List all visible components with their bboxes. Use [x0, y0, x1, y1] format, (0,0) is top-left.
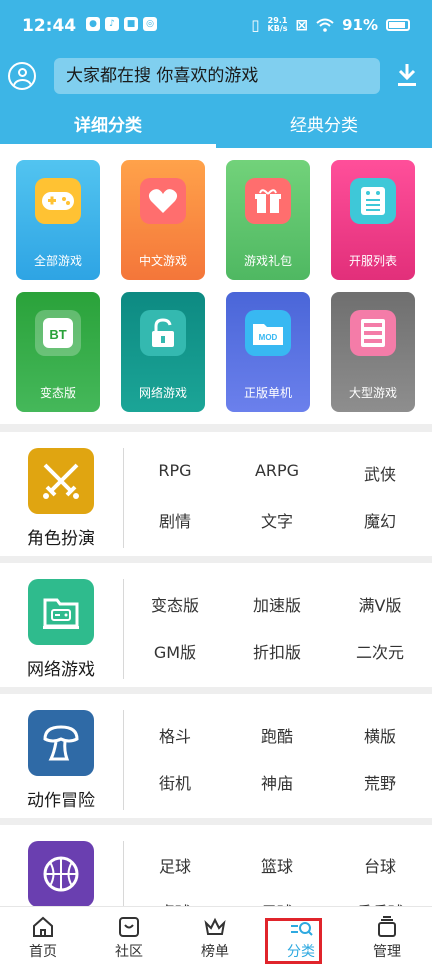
nav-ranking[interactable]: 榜单 — [172, 907, 258, 964]
header: 12:44 ● ♪ ■ ◎ ▯ 29.1 KB/s ⊠ 91% 大家都在搜 你喜… — [0, 0, 432, 148]
mod-folder-icon: MOD — [245, 310, 291, 356]
tag-side-scroll[interactable]: 横版 — [330, 723, 430, 747]
net-speed: 29.1 KB/s — [267, 16, 288, 33]
tile-large-games[interactable]: 大型游戏 — [331, 292, 415, 412]
avatar-icon[interactable] — [8, 62, 36, 90]
tag-football[interactable]: 足球 — [125, 853, 225, 877]
sim-icon: ⊠ — [295, 16, 309, 34]
mushroom-icon — [28, 710, 94, 776]
tile-all-games[interactable]: 全部游戏 — [16, 160, 100, 280]
tab-detailed[interactable]: 详细分类 — [0, 106, 216, 148]
divider — [123, 579, 124, 679]
server-icon — [350, 310, 396, 356]
divider — [123, 710, 124, 810]
tag-basketball[interactable]: 篮球 — [227, 853, 327, 877]
tag-anime[interactable]: 二次元 — [330, 639, 430, 663]
tag-rpg[interactable]: RPG — [125, 461, 225, 480]
tile-game-gifts[interactable]: 游戏礼包 — [226, 160, 310, 280]
swords-icon — [28, 448, 94, 514]
tile-standalone-games[interactable]: MOD 正版单机 — [226, 292, 310, 412]
svg-text:MOD: MOD — [259, 333, 278, 342]
unlock-icon — [140, 310, 186, 356]
tag-text[interactable]: 文字 — [227, 508, 327, 532]
notification-app-icon: ● — [86, 17, 100, 31]
heart-icon — [140, 178, 186, 224]
tile-bt-version[interactable]: BT 变态版 — [16, 292, 100, 412]
nav-manage[interactable]: 管理 — [344, 907, 430, 964]
category-tabs: 详细分类 经典分类 — [0, 106, 432, 148]
divider — [123, 448, 124, 548]
bt-icon: BT — [35, 310, 81, 356]
search-input[interactable]: 大家都在搜 你喜欢的游戏 — [54, 58, 380, 94]
download-icon[interactable] — [396, 62, 418, 88]
search-row: 大家都在搜 你喜欢的游戏 — [0, 56, 432, 96]
tag-arpg[interactable]: ARPG — [227, 461, 327, 480]
tag-parkour[interactable]: 跑酷 — [227, 723, 327, 747]
community-icon — [119, 917, 139, 937]
tag-billiards[interactable]: 台球 — [330, 853, 430, 877]
tag-discount[interactable]: 折扣版 — [227, 639, 327, 663]
tag-fighting[interactable]: 格斗 — [125, 723, 225, 747]
tag-gm-version[interactable]: GM版 — [125, 639, 225, 663]
tile-online-games[interactable]: 网络游戏 — [121, 292, 205, 412]
section-role-playing: 角色扮演 RPG ARPG 武侠 剧情 文字 魔幻 — [0, 432, 432, 556]
highlight-box — [265, 918, 322, 964]
section-sports: 足球 篮球 台球 桌球 足球 乒乓球 — [0, 825, 432, 907]
tag-wilderness[interactable]: 荒野 — [330, 770, 430, 794]
tag-bt-version[interactable]: 变态版 — [125, 592, 225, 616]
status-app-icons: ● ♪ ■ ◎ — [86, 17, 157, 31]
svg-text:BT: BT — [49, 327, 66, 342]
tab-classic[interactable]: 经典分类 — [216, 106, 432, 148]
manage-icon — [378, 916, 396, 937]
vibrate-icon: ▯ — [251, 16, 260, 34]
tiktok-icon: ♪ — [105, 17, 119, 31]
tag-max-vip[interactable]: 满V版 — [330, 592, 430, 616]
status-time: 12:44 — [22, 16, 77, 36]
network-game-icon — [28, 579, 94, 645]
gift-icon — [245, 178, 291, 224]
section-title: 动作冒险 — [27, 791, 95, 811]
app-circle-icon: ◎ — [143, 17, 157, 31]
tile-chinese-games[interactable]: 中文游戏 — [121, 160, 205, 280]
tag-story[interactable]: 剧情 — [125, 508, 225, 532]
battery-percent: 91% — [342, 16, 378, 34]
category-grid: 全部游戏 中文游戏 游戏礼包 开服列表 BT 变态版 网络游戏 MOD 正版单机… — [0, 148, 432, 424]
nav-home[interactable]: 首页 — [0, 907, 86, 964]
section-title: 网络游戏 — [27, 660, 95, 680]
home-icon — [33, 916, 53, 937]
tag-fantasy[interactable]: 魔幻 — [330, 508, 430, 532]
status-bar: 12:44 ● ♪ ■ ◎ ▯ 29.1 KB/s ⊠ 91% — [0, 0, 432, 52]
section-title: 角色扮演 — [27, 529, 95, 549]
battery-icon — [386, 19, 410, 31]
gamepad-icon — [35, 178, 81, 224]
divider — [123, 841, 124, 907]
basketball-icon — [28, 841, 94, 907]
section-online-games: 网络游戏 变态版 加速版 满V版 GM版 折扣版 二次元 — [0, 563, 432, 687]
tag-speed-version[interactable]: 加速版 — [227, 592, 327, 616]
tile-server-list[interactable]: 开服列表 — [331, 160, 415, 280]
tag-arcade[interactable]: 街机 — [125, 770, 225, 794]
app-badge-icon: ■ — [124, 17, 138, 31]
bottom-nav: 首页 社区 榜单 分类 管理 — [0, 906, 432, 964]
crown-icon — [204, 917, 226, 935]
tag-wuxia[interactable]: 武侠 — [330, 461, 430, 485]
status-right: ▯ 29.1 KB/s ⊠ 91% — [251, 16, 410, 34]
nav-community[interactable]: 社区 — [86, 907, 172, 964]
list-icon — [350, 178, 396, 224]
section-action-adventure: 动作冒险 格斗 跑酷 横版 街机 神庙 荒野 — [0, 694, 432, 818]
wifi-icon — [316, 18, 334, 32]
tag-temple[interactable]: 神庙 — [227, 770, 327, 794]
